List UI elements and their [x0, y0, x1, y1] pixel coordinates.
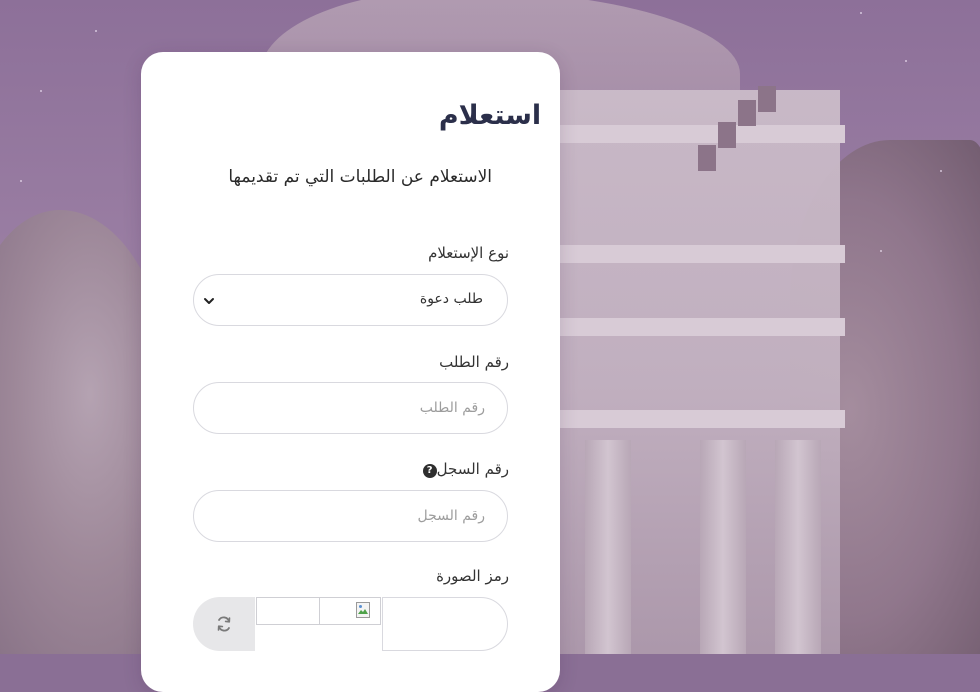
inquiry-type-select[interactable]: طلب دعوة	[193, 274, 508, 326]
tomb-ledge	[555, 245, 845, 263]
record-number-input[interactable]	[235, 491, 485, 541]
page-title: استعلام	[438, 100, 542, 131]
star	[20, 180, 22, 182]
request-number-label: رقم الطلب	[439, 353, 509, 371]
captcha-label: رمز الصورة	[436, 567, 509, 585]
tomb-column	[700, 440, 746, 654]
inquiry-type-value: طلب دعوة	[419, 291, 483, 307]
captcha-image-frame	[319, 597, 381, 625]
tomb-step	[698, 145, 716, 171]
star	[880, 250, 882, 252]
record-number-field	[193, 490, 508, 542]
tomb-ledge	[555, 410, 845, 428]
star	[905, 60, 907, 62]
request-number-field	[193, 382, 508, 434]
refresh-icon	[217, 616, 231, 632]
record-number-label: ? رقم السجل	[419, 460, 509, 478]
tomb-ledge	[555, 318, 845, 336]
tomb-column	[775, 440, 821, 654]
captcha-refresh-button[interactable]	[193, 597, 255, 651]
star	[940, 170, 942, 172]
captcha-input[interactable]	[382, 597, 508, 651]
inquiry-card	[141, 52, 560, 692]
tomb-column	[585, 440, 631, 654]
star	[40, 90, 42, 92]
inquiry-type-label: نوع الإستعلام	[428, 244, 509, 262]
star	[860, 12, 862, 14]
broken-image-icon	[356, 602, 370, 618]
record-number-label-text: رقم السجل	[436, 460, 509, 478]
form-subtitle: الاستعلام عن الطلبات التي تم تقديمها	[228, 167, 492, 187]
captcha-group	[193, 597, 508, 657]
star	[95, 30, 97, 32]
request-number-input[interactable]	[235, 383, 485, 433]
question-circle-icon[interactable]: ?	[422, 464, 437, 478]
chevron-down-icon	[204, 298, 214, 304]
captcha-image	[256, 597, 381, 625]
